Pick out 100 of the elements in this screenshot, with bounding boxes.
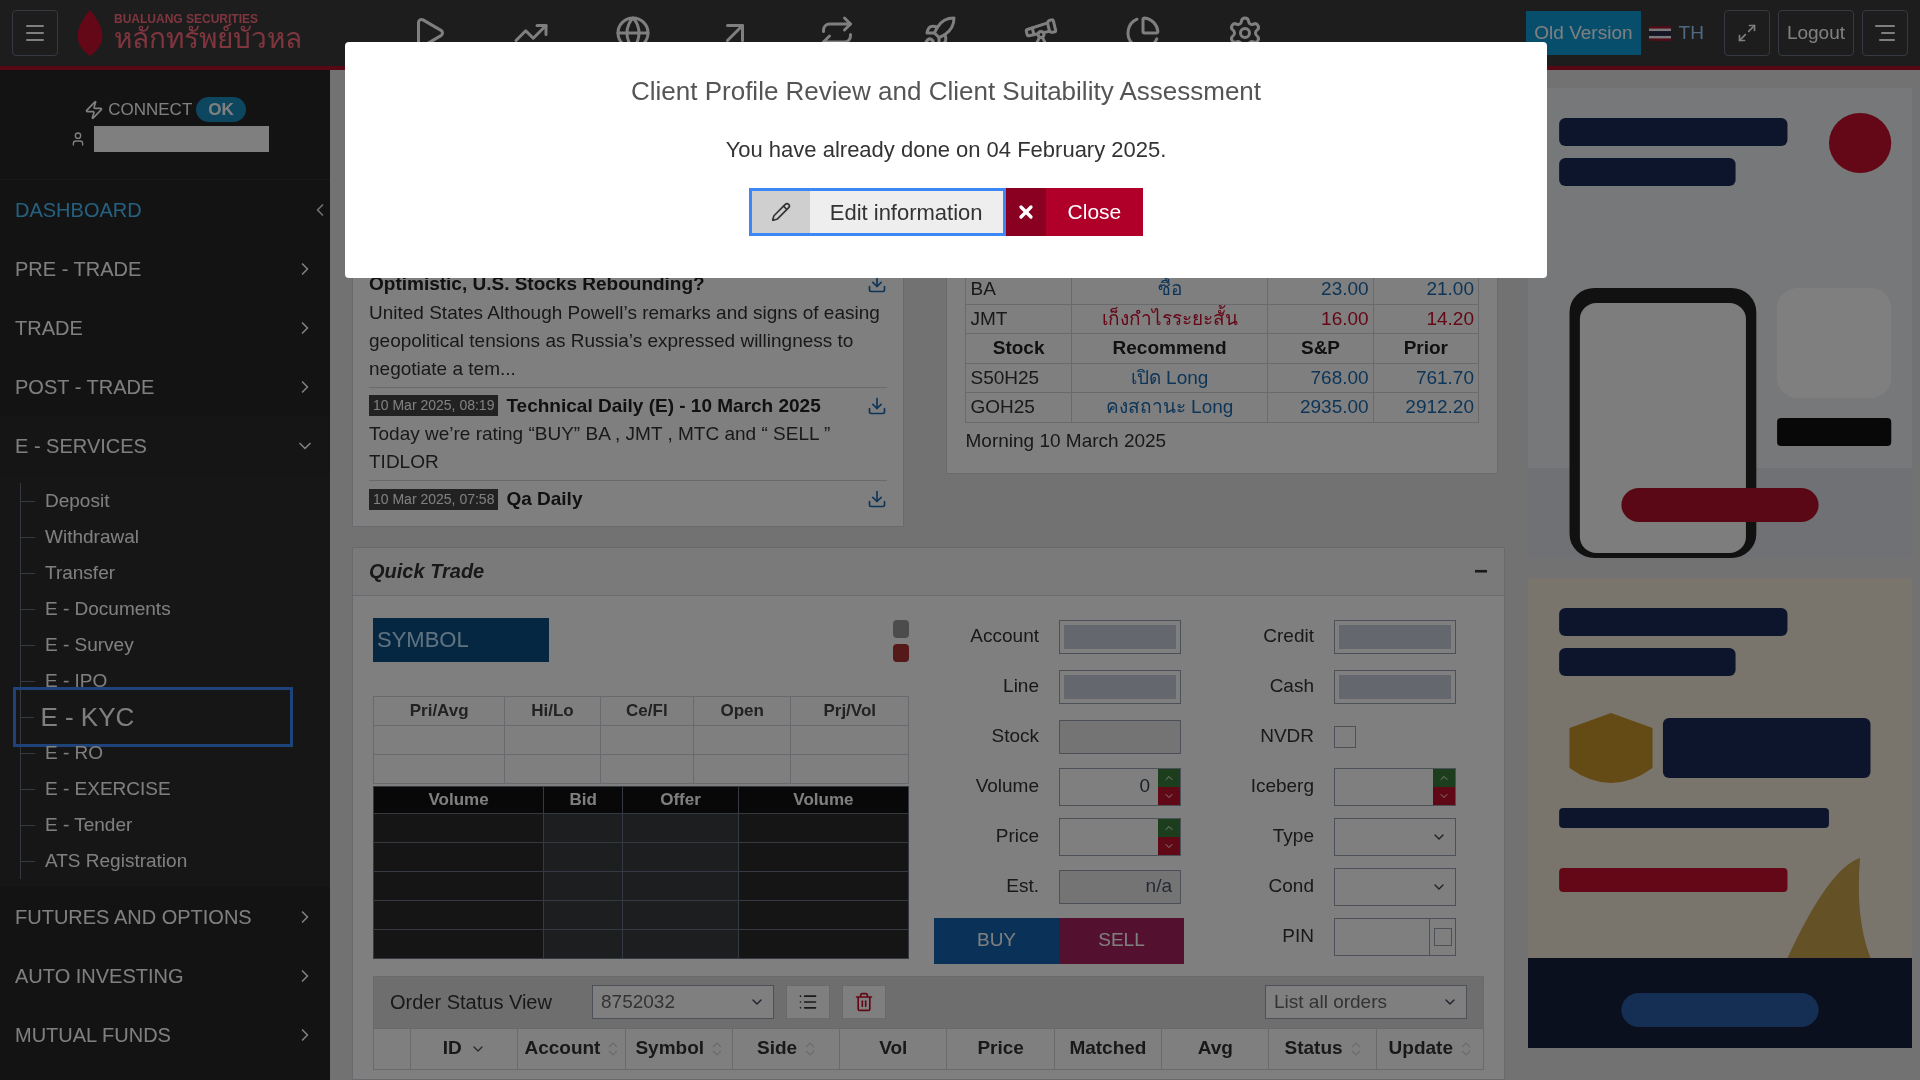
filter-dropdown[interactable]: List all orders [1265, 985, 1467, 1019]
field-label: Volume [974, 774, 1039, 799]
column-header[interactable]: Update [1375, 1028, 1483, 1069]
field-label: Type [1271, 824, 1314, 849]
logout-button[interactable]: Logout [1777, 10, 1854, 56]
column-header: Pri/Avg [373, 696, 505, 725]
field-label: Est. [1005, 874, 1039, 899]
column-header[interactable]: Vol [839, 1028, 947, 1069]
news-title[interactable]: Qa Daily [506, 485, 583, 514]
column-header: S&P [1267, 333, 1374, 363]
field-label: Price [994, 824, 1039, 849]
news-summary: Today we’re rating “BUY” BA , JMT , MTC and “ SELL ” TIDLOR [369, 422, 832, 474]
list-button[interactable] [786, 985, 830, 1019]
collapse-button[interactable]: − [1474, 553, 1488, 589]
increment-button[interactable] [1158, 768, 1180, 787]
table-cell: คงสถานะ Long [1071, 392, 1268, 422]
table-cell: เก็งกำไรระยะสั้น [1071, 304, 1268, 334]
sidebar-item[interactable]: TRADE [0, 298, 330, 357]
table-cell: 768.00 [1267, 363, 1374, 393]
old-version-button[interactable]: Old Version [1526, 11, 1641, 55]
column-header[interactable]: Status [1268, 1028, 1376, 1069]
column-header[interactable]: Matched [1053, 1028, 1162, 1069]
number-field[interactable] [1334, 767, 1456, 806]
column-header[interactable]: Side [731, 1028, 840, 1069]
dialog-message: You have already done on 04 February 2025. [725, 136, 1167, 164]
increment-button[interactable] [1158, 818, 1180, 837]
thai-flag-icon [1648, 25, 1671, 41]
logo-text: หลักทรัพย์บัวหล [114, 25, 302, 53]
table-cell: 14.20 [1373, 304, 1479, 334]
column-header: Prior [1373, 333, 1479, 363]
increment-button[interactable] [1433, 768, 1455, 787]
delete-button[interactable] [842, 985, 886, 1019]
account-dropdown[interactable]: 8752032 [592, 985, 774, 1019]
column-header: Offer [622, 786, 739, 813]
menu-button[interactable] [12, 10, 58, 56]
column-header: Ce/Fl [600, 696, 694, 725]
input-field[interactable] [1059, 719, 1181, 754]
submenu-item[interactable]: Transfer [35, 558, 116, 588]
sidebar-item[interactable]: FUTURES AND OPTIONS [0, 887, 330, 946]
column-header: Recommend [1071, 333, 1268, 363]
dropdown[interactable] [1334, 817, 1456, 856]
sidebar-item[interactable]: DASHBOARD [0, 180, 330, 239]
table-cell: เปิด Long [1071, 363, 1268, 393]
column-header[interactable]: ID [410, 1028, 518, 1069]
submenu-item[interactable]: ATS Registration [35, 846, 188, 876]
number-field[interactable] [1059, 817, 1181, 856]
column-header: Bid [543, 786, 623, 813]
date-badge: 10 Mar 2025, 07:58 [369, 488, 499, 510]
checkbox[interactable] [1334, 725, 1356, 748]
table-cell: GOH25 [966, 392, 1072, 422]
sidebar-item[interactable]: PRE - TRADE [0, 239, 330, 298]
table-cell: JMT [966, 304, 1072, 334]
column-header: Volume [738, 786, 909, 813]
table-cell: 761.70 [1373, 363, 1479, 393]
report-caption: Morning 10 March 2025 [965, 428, 1168, 453]
column-header[interactable]: Avg [1161, 1028, 1269, 1069]
list-icon [798, 992, 818, 1012]
close-button[interactable]: Close [1005, 188, 1144, 236]
column-header[interactable]: Account [517, 1028, 625, 1069]
symbol-field[interactable]: SYMBOL [373, 617, 549, 662]
status-square [893, 619, 909, 638]
column-header: Hi/Lo [504, 696, 601, 725]
submenu-item[interactable]: E - Documents [35, 594, 171, 624]
status-square [893, 643, 909, 662]
field-label: Cash [1268, 674, 1314, 699]
column-header: Stock [966, 333, 1072, 363]
field-label: Account [969, 624, 1039, 649]
table-cell: 2935.00 [1267, 392, 1374, 422]
column-header[interactable]: Symbol [624, 1028, 732, 1069]
news-summary: United States Although Powell’s remarks and signs of easing geopolitical tensions as Russia’s expressed willingness to negotiate a tem... [369, 300, 881, 381]
news-title[interactable]: Technical Daily (E) - 10 March 2025 [506, 391, 821, 420]
column-header[interactable]: Price [946, 1028, 1054, 1069]
column-header: Volume [373, 786, 544, 813]
trash-icon [854, 992, 874, 1012]
sidebar-item[interactable]: MUTUAL FUNDS [0, 1005, 330, 1064]
field-label: Stock [990, 724, 1039, 749]
connect-label: CONNECT [108, 98, 193, 121]
edit-button[interactable]: Edit information [748, 188, 1006, 236]
dropdown[interactable] [1334, 867, 1456, 906]
language-label[interactable]: TH [1678, 18, 1704, 48]
buy-button[interactable]: BUY [934, 917, 1059, 964]
sidebar-item[interactable]: POST - TRADE [0, 357, 330, 416]
submenu-item[interactable]: Deposit [35, 486, 110, 516]
table-cell: 2912.20 [1373, 392, 1479, 422]
submenu-item[interactable]: E - EXERCISE [35, 774, 171, 804]
fullscreen-button[interactable] [1723, 10, 1770, 56]
field-label: Cond [1267, 874, 1314, 899]
submenu-item[interactable]: E - Tender [35, 810, 133, 840]
field-label: NVDR [1259, 724, 1314, 749]
options-button[interactable] [1862, 10, 1908, 56]
sell-button[interactable]: SELL [1059, 917, 1184, 964]
sidebar-item[interactable]: AUTO INVESTING [0, 946, 330, 1005]
table-cell: 16.00 [1267, 304, 1374, 334]
submenu-item[interactable]: E - Survey [35, 630, 134, 660]
input-field: n/a [1059, 869, 1181, 904]
number-field[interactable]: 0 [1059, 767, 1181, 806]
field-label: Line [1002, 674, 1039, 699]
expand-icon [1736, 23, 1757, 43]
submenu-item[interactable]: Withdrawal [35, 522, 139, 552]
lightning-icon [84, 99, 105, 120]
